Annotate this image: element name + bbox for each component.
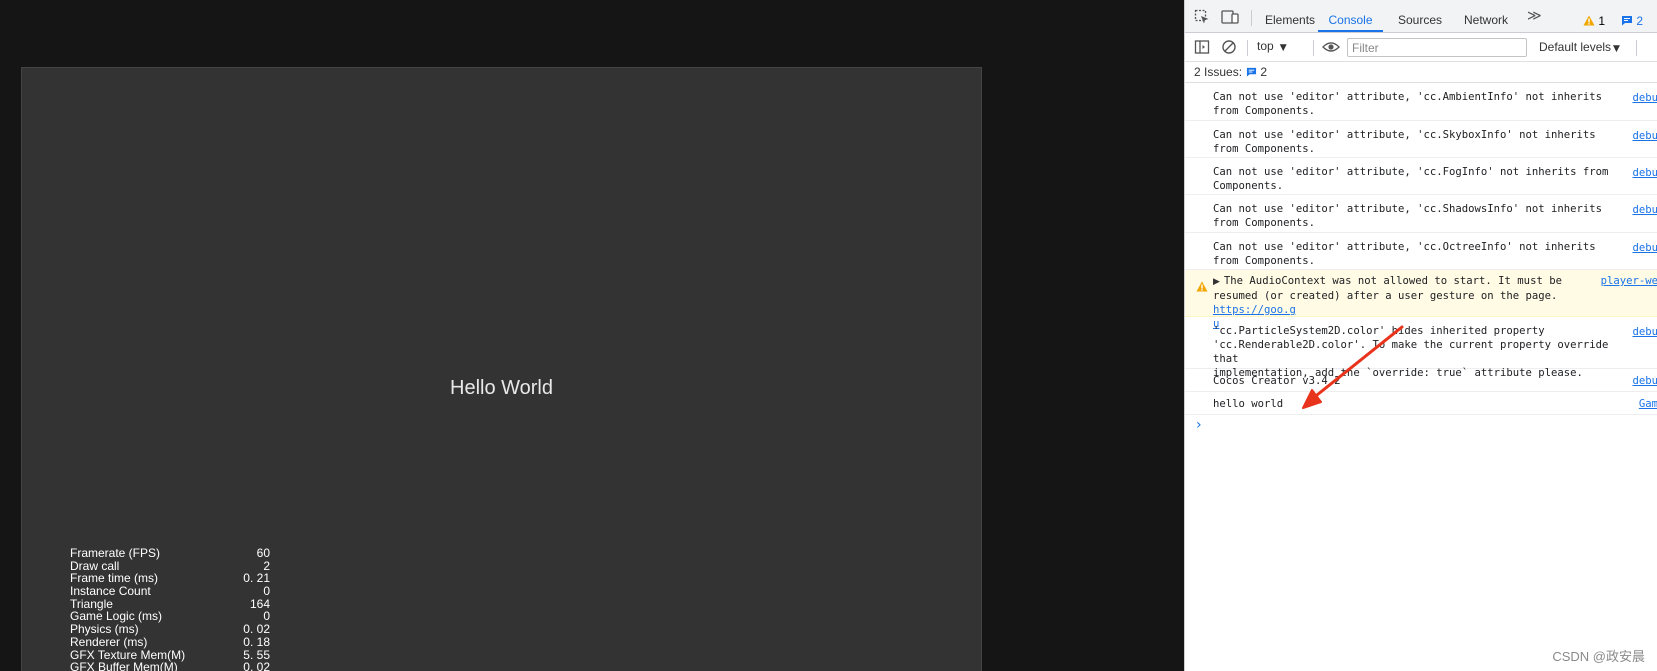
tab-network[interactable]: Network <box>1464 0 1508 32</box>
issues-count: 2 <box>1636 14 1644 28</box>
stat-name: Renderer (ms) <box>70 634 148 649</box>
game-canvas[interactable]: Hello World Framerate (FPS) 60 Draw call 2… <box>21 67 982 671</box>
stat-row: Framerate (FPS) 60 <box>70 547 270 560</box>
warnings-count: 1 <box>1598 14 1606 28</box>
stat-name: Physics (ms) <box>70 622 139 637</box>
stat-value: 0. 02 <box>243 622 270 637</box>
stat-row: GFX Buffer Mem(M) 0. 02 <box>70 661 270 671</box>
message-source-link[interactable]: debu <box>1632 91 1657 105</box>
console-message: Can not use 'editor' attribute, 'cc.Octr… <box>1185 233 1657 270</box>
inspect-element-icon[interactable] <box>1194 9 1210 25</box>
tab-elements[interactable]: Elements <box>1265 0 1315 32</box>
message-source-link[interactable]: debu <box>1632 241 1657 255</box>
warning-icon <box>1196 279 1208 297</box>
warning-doc-link[interactable]: https://goo.g <box>1213 304 1296 316</box>
toolbar-separator <box>1636 40 1637 56</box>
filter-input[interactable] <box>1347 38 1527 57</box>
profiler-stats: Framerate (FPS) 60 Draw call 2 Frame time … <box>70 547 270 671</box>
prompt-caret-icon: › <box>1196 417 1202 433</box>
message-text: Cocos Creator v3.4.2 <box>1213 375 1341 387</box>
stat-value: 0. 18 <box>243 634 270 649</box>
tabbar-separator <box>1251 10 1252 26</box>
console-message: Can not use 'editor' attribute, 'cc.Skyb… <box>1185 121 1657 158</box>
message-text: hello world <box>1213 398 1284 410</box>
console-prompt[interactable]: › <box>1185 415 1657 435</box>
message-source-link[interactable]: Gam <box>1639 397 1657 411</box>
toolbar-separator <box>1247 40 1248 56</box>
message-icon <box>1622 16 1632 26</box>
console-message: Can not use 'editor' attribute, 'cc.Shad… <box>1185 195 1657 233</box>
context-label: top <box>1257 39 1274 53</box>
stat-value: 60 <box>256 546 270 560</box>
dropdown-arrow-icon: ▼ <box>1613 44 1620 54</box>
message-text: Can not use 'editor' attribute, 'cc.Ambi… <box>1213 91 1603 117</box>
message-source-link[interactable]: debu <box>1632 166 1657 180</box>
context-selector[interactable]: top ▼ <box>1257 39 1287 53</box>
console-message: hello world Gam <box>1185 392 1657 415</box>
message-text: Can not use 'editor' attribute, 'cc.Skyb… <box>1213 129 1596 155</box>
message-source-link[interactable]: player-we <box>1601 274 1657 288</box>
hello-world-label: Hello World <box>450 377 553 399</box>
stat-row: Instance Count 0 <box>70 585 270 598</box>
warning-icon <box>1583 15 1595 26</box>
warning-message: The AudioContext was not allowed to star… <box>1213 275 1562 302</box>
screen: Hello World Framerate (FPS) 60 Draw call 2… <box>0 0 1657 671</box>
message-source-link[interactable]: debu <box>1632 374 1657 388</box>
stat-row: Physics (ms) 0. 02 <box>70 623 270 636</box>
issues-bar[interactable]: 2 Issues: 2 <box>1185 62 1657 83</box>
stat-name: Instance Count <box>70 584 151 599</box>
issues-badge[interactable]: 2 <box>1621 0 1643 32</box>
stat-value: 0. 02 <box>243 660 270 671</box>
toolbar-separator <box>1313 40 1314 56</box>
message-source-link[interactable]: debu <box>1632 325 1657 339</box>
issues-bar-badge[interactable]: 2 <box>1246 65 1267 79</box>
dropdown-arrow-icon: ▼ <box>1279 43 1287 53</box>
message-text: Can not use 'editor' attribute, 'cc.FogI… <box>1213 166 1609 192</box>
stat-row: Renderer (ms) 0. 18 <box>70 636 270 649</box>
tab-sources[interactable]: Sources <box>1398 0 1442 32</box>
message-text: Can not use 'editor' attribute, 'cc.Octr… <box>1213 241 1596 267</box>
watermark: CSDN @政安晨 <box>1552 649 1645 664</box>
more-tabs-icon[interactable]: ≫ <box>1527 8 1542 24</box>
expand-triangle-icon[interactable]: ▶ <box>1213 277 1220 287</box>
console-messages: Can not use 'editor' attribute, 'cc.Ambi… <box>1185 83 1657 435</box>
stat-name: GFX Buffer Mem(M) <box>70 660 178 671</box>
stat-value: 0 <box>263 584 270 599</box>
stat-name: Framerate (FPS) <box>70 546 161 560</box>
message-source-link[interactable]: debu <box>1632 203 1657 217</box>
console-message: Cocos Creator v3.4.2 debu <box>1185 369 1657 392</box>
clear-console-icon[interactable] <box>1221 39 1237 55</box>
console-toolbar: top▼ Default levels▼ <box>1185 33 1657 62</box>
log-levels-label: Default levels <box>1539 40 1612 54</box>
message-text: Can not use 'editor' attribute, 'cc.Shad… <box>1213 203 1603 229</box>
live-expression-eye-icon[interactable] <box>1322 39 1340 55</box>
warnings-badge[interactable]: 1 <box>1583 0 1605 32</box>
tab-console[interactable]: Console <box>1318 0 1383 32</box>
console-message: 'cc.ParticleSystem2D.color' hides inheri… <box>1185 317 1657 379</box>
sidebar-toggle-icon[interactable] <box>1194 39 1210 55</box>
device-toolbar-icon[interactable] <box>1221 9 1239 25</box>
devtools-panel: Elements Console Sources Network ≫ 1 2 t… <box>1184 0 1657 671</box>
issues-bar-count: 2 <box>1260 65 1268 79</box>
log-levels-dropdown[interactable]: Default levels ▼ <box>1539 40 1620 54</box>
issues-label: 2 Issues: <box>1194 65 1243 79</box>
game-preview-area: Hello World Framerate (FPS) 60 Draw call 2… <box>0 0 1184 671</box>
console-message: Can not use 'editor' attribute, 'cc.Ambi… <box>1185 83 1657 121</box>
devtools-tabbar: Elements Console Sources Network ≫ 1 2 <box>1185 0 1657 33</box>
console-warning: ▶ The AudioContext was not allowed to sta… <box>1185 270 1657 330</box>
message-source-link[interactable]: debu <box>1632 129 1657 143</box>
message-icon <box>1246 67 1257 77</box>
console-message: Can not use 'editor' attribute, 'cc.FogI… <box>1185 158 1657 195</box>
